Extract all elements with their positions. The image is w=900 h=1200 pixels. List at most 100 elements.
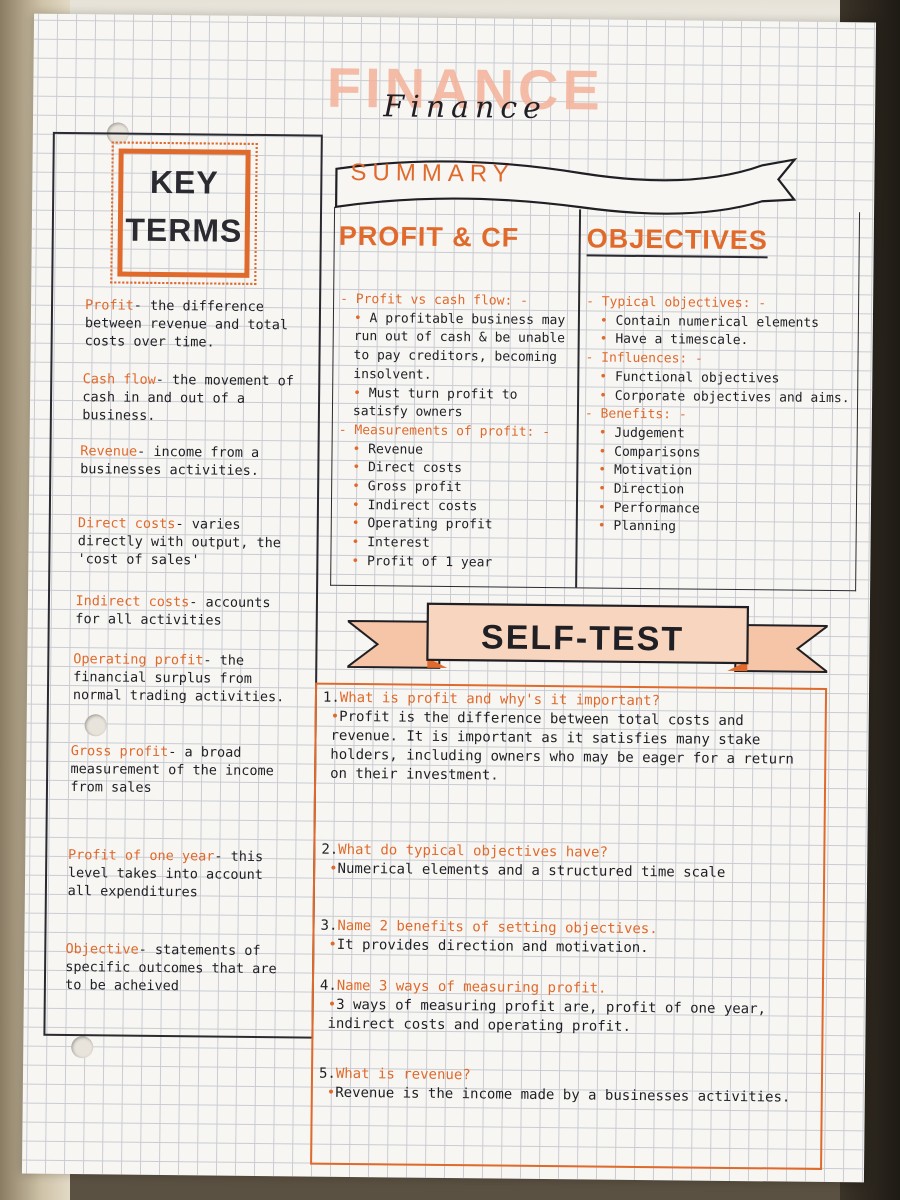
title-script-text: Finance <box>383 89 548 126</box>
key-term-name: Objective <box>65 941 139 958</box>
bullet-icon: • <box>353 385 369 401</box>
summary-list-item: • Operating profit <box>338 515 574 536</box>
key-term-name: Revenue <box>80 443 138 460</box>
answer-text: Numerical elements and a structured time… <box>337 860 726 881</box>
summary-item-text: Gross profit <box>367 479 462 496</box>
summary-list-item: • A profitable business may run out of c… <box>339 310 576 387</box>
summary-list-item: • Revenue <box>338 440 574 461</box>
key-term-item: Indirect costs- accounts for all activit… <box>75 592 301 630</box>
summary-item-text: Comparisons <box>614 444 701 461</box>
question-text: Name 3 ways of measuring profit. <box>336 977 607 997</box>
key-term-name: Profit of one year <box>68 847 215 865</box>
summary-item-text: Profit of 1 year <box>366 553 493 571</box>
answer-line: •Numerical elements and a structured tim… <box>321 860 817 884</box>
summary-list-item: • Judgement <box>585 424 851 445</box>
bullet-icon: • <box>352 441 369 457</box>
summary-list-item: • Must turn profit to satisfy owners <box>339 384 575 424</box>
key-terms-panel: KEY TERMS Profit- the difference between… <box>43 131 323 1039</box>
key-terms-heading-line1: KEY <box>149 163 219 201</box>
bullet-icon: • <box>352 479 368 495</box>
self-test-label: SELF-TEST <box>480 618 685 659</box>
column-divider <box>575 209 582 588</box>
summary-list-item: • Direct costs <box>338 459 574 480</box>
key-term-name: Operating profit <box>73 651 204 669</box>
summary-item-text: Functional objectives <box>614 369 780 387</box>
punch-hole <box>71 1036 94 1059</box>
key-term-item: Direct costs- varies directly with outpu… <box>77 514 304 570</box>
bullet-icon: • <box>352 460 369 476</box>
bullet-icon: • <box>599 388 615 404</box>
question-number: 1. <box>322 689 340 706</box>
question-number: 2. <box>321 841 339 858</box>
objectives-list: - Typical objectives: - • Contain numeri… <box>584 293 853 539</box>
summary-item-text: Interest <box>367 535 430 551</box>
profit-vs-cashflow-subheading: - Profit vs cash flow: - <box>340 291 529 309</box>
question-text: What is revenue? <box>335 1065 471 1084</box>
answer-line: •Revenue is the income made by a busines… <box>319 1084 815 1108</box>
bullet-icon: • <box>597 518 614 535</box>
summary-list-item: • Planning <box>584 518 850 539</box>
bullet-icon: • <box>598 425 615 441</box>
question-text: Name 2 benefits of setting objectives. <box>337 917 658 938</box>
summary-item-text: Motivation <box>613 463 693 479</box>
summary-item-text: Revenue <box>368 441 424 458</box>
key-term-item: Profit- the difference between revenue a… <box>85 296 312 352</box>
key-term-item: Gross profit- a broad measurement of the… <box>70 742 297 798</box>
bullet-icon: • <box>599 313 616 329</box>
summary-item-text: Corporate objectives and aims. <box>614 388 850 406</box>
bullet-icon: • <box>351 535 368 551</box>
key-term-item: Revenue- income from a businesses activi… <box>80 442 306 480</box>
summary-item-text: Contain numerical elements <box>615 313 820 331</box>
key-term-item: Profit of one year- this level takes int… <box>68 846 295 902</box>
bullet-icon: • <box>599 369 616 385</box>
key-terms-heading-line2: TERMS <box>125 211 243 249</box>
summary-list-item: • Functional objectives <box>585 368 851 389</box>
question-number: 3. <box>320 917 338 934</box>
summary-item-text: Operating profit <box>367 516 493 533</box>
key-term-name: Profit <box>84 297 134 314</box>
question-text: What do typical objectives have? <box>338 841 609 861</box>
bullet-icon: • <box>351 516 368 532</box>
summary-item-text: A profitable business may run out of cas… <box>353 310 566 383</box>
key-term-item: Operating profit- the financial surplus … <box>73 650 300 706</box>
summary-table: PROFIT & CF OBJECTIVES - Profit vs cash … <box>330 206 861 592</box>
bullet-icon: • <box>351 497 368 513</box>
key-term-name: Direct costs <box>77 515 176 533</box>
summary-banner-label: SUMMARY <box>350 158 515 188</box>
notebook-page: FINANCE Finance KEY TERMS Profit- the di… <box>21 13 877 1183</box>
summary-item-text: Have a timescale. <box>615 332 749 349</box>
bullet-icon: • <box>597 500 614 516</box>
influences-subheading: - Influences: - <box>585 350 703 367</box>
self-test-question: 1.What is profit and why's it important?… <box>322 689 819 789</box>
answer-text: It provides direction and motivation. <box>336 936 649 957</box>
summary-list-item: • Direction <box>584 480 850 501</box>
summary-list-item: • Profit of 1 year <box>337 553 573 574</box>
key-term-item: Objective- statements of specific outcom… <box>65 940 292 996</box>
key-terms-frame: KEY TERMS <box>117 148 251 278</box>
key-term-name: Cash flow <box>82 371 156 388</box>
self-test-question: 5.What is revenue? •Revenue is the income… <box>319 1065 815 1108</box>
summary-item-text: Indirect costs <box>367 497 478 515</box>
key-terms-list: Profit- the difference between revenue a… <box>55 134 321 994</box>
measurements-subheading: - Measurements of profit: - <box>338 422 551 440</box>
key-term-item: Cash flow- the movement of cash in and o… <box>82 370 309 426</box>
answer-text: Profit is the difference between total c… <box>330 708 795 784</box>
summary-item-text: Direct costs <box>367 460 463 477</box>
summary-item-text: Direction <box>613 481 685 498</box>
summary-list-item: • Interest <box>337 534 573 555</box>
objectives-heading: OBJECTIVES <box>586 223 768 259</box>
answer-line: •3 ways of measuring profit are, profit … <box>319 996 815 1039</box>
bullet-icon: • <box>353 310 370 326</box>
self-test-banner: SELF-TEST <box>344 597 831 692</box>
typical-objectives-subheading: - Typical objectives: - <box>586 294 767 312</box>
profit-cf-list: - Profit vs cash flow: - • A profitable … <box>337 291 576 574</box>
self-test-question: 4.Name 3 ways of measuring profit. •3 way… <box>319 977 816 1039</box>
key-term-name: Indirect costs <box>75 593 190 611</box>
self-test-question: 2.What do typical objectives have? •Numer… <box>321 841 817 884</box>
self-test-question: 3.Name 2 benefits of setting objectives.… <box>320 917 816 960</box>
bullet-icon: • <box>598 444 615 460</box>
question-text: What is profit and why's it important? <box>339 689 661 710</box>
answer-text: 3 ways of measuring profit are, profit o… <box>327 996 767 1035</box>
bullet-icon: • <box>599 331 616 348</box>
profit-cf-heading: PROFIT & CF <box>338 220 520 253</box>
